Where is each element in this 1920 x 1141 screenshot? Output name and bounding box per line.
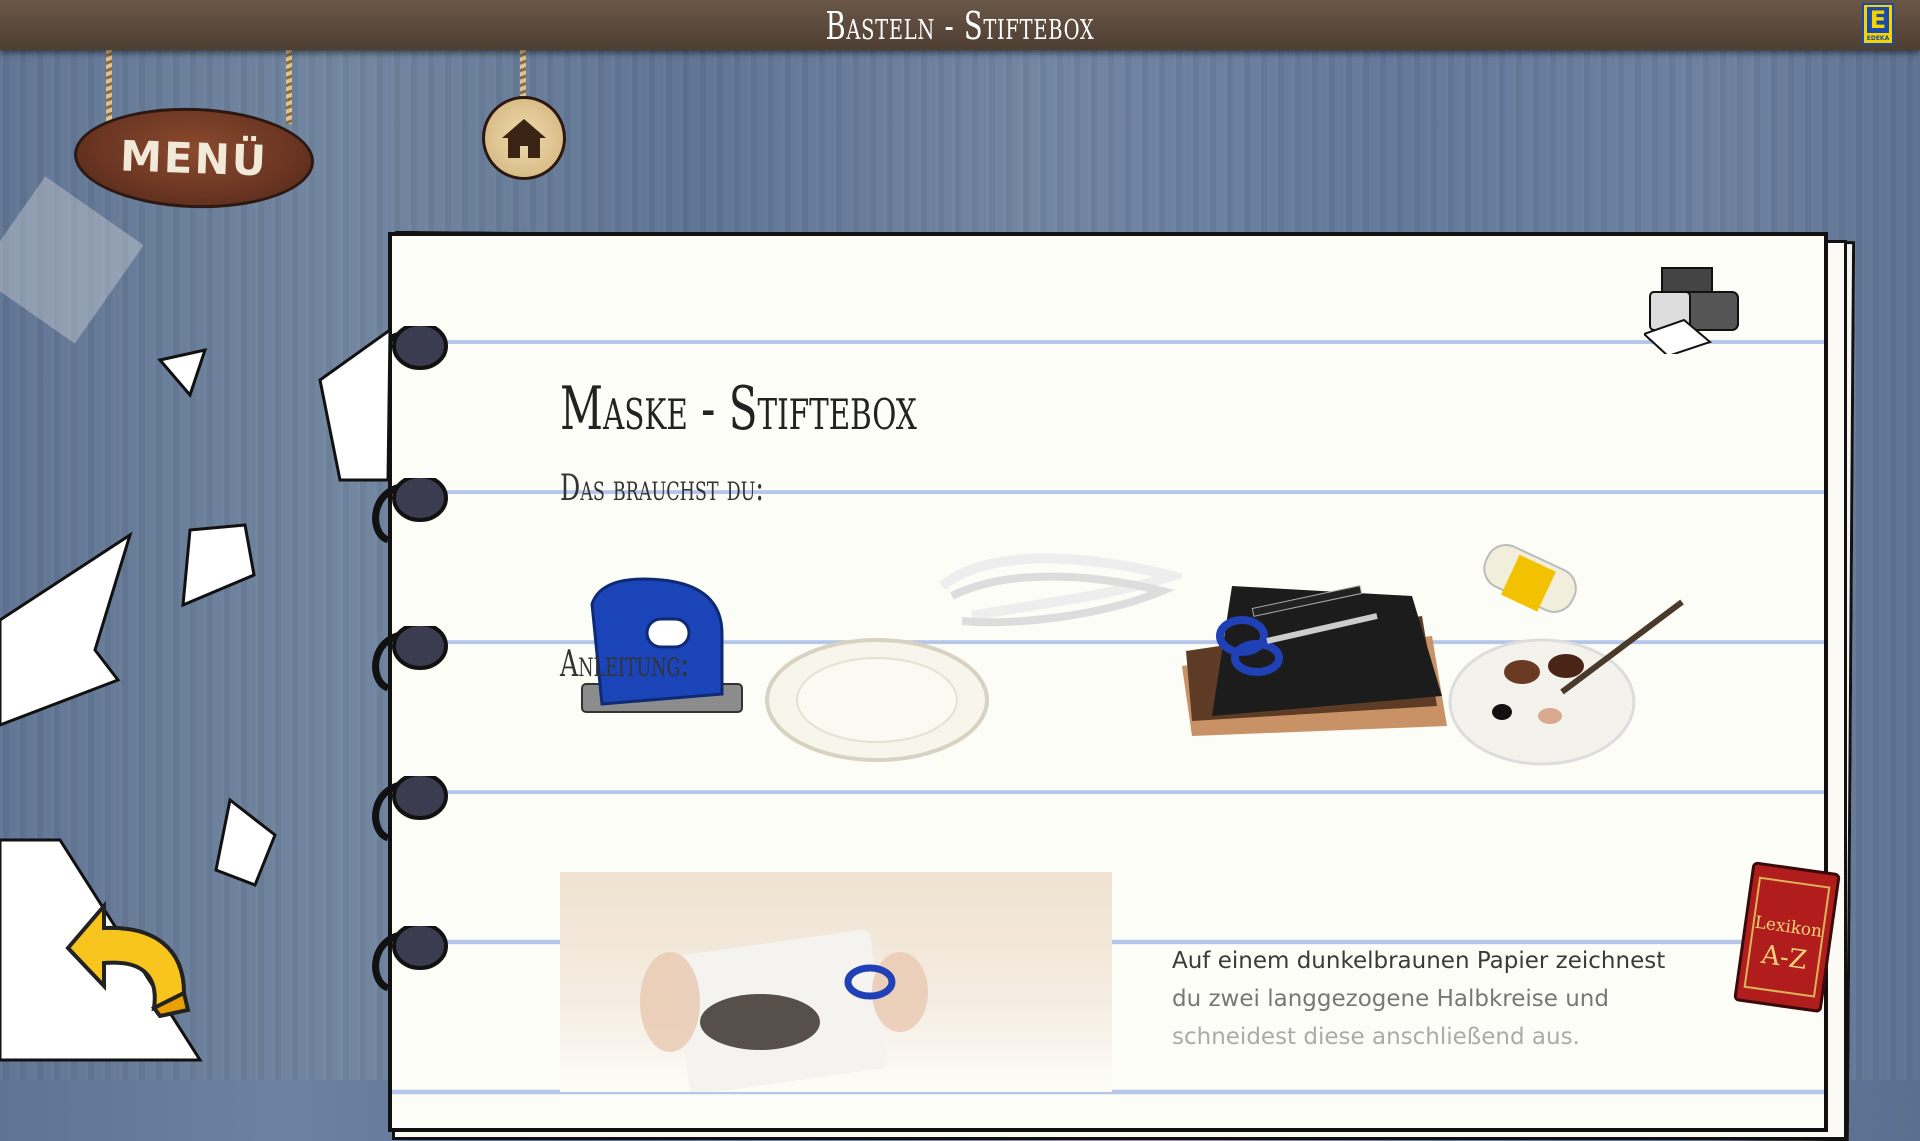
needs-heading: Das brauchst du:: [560, 468, 764, 509]
edeka-logo-letter: E: [1867, 7, 1889, 33]
lexikon-az: A-Z: [1758, 940, 1808, 976]
step-photo: [560, 872, 1112, 1092]
top-bar: Basteln - Stiftebox E EDEKA: [0, 0, 1920, 50]
menu-label: MENÜ: [119, 130, 269, 186]
back-arrow-icon[interactable]: [64, 898, 194, 1018]
lexikon-button[interactable]: Lexikon A-Z: [1726, 856, 1846, 1018]
edeka-logo[interactable]: E EDEKA: [1862, 3, 1894, 45]
lexikon-book-icon: Lexikon A-Z: [1733, 861, 1841, 1013]
rope-left: [106, 50, 112, 126]
notebook-page: Maske - Stiftebox Das brauchst du: Anlei…: [372, 232, 1828, 1132]
house-icon: [502, 119, 546, 158]
rope-home: [520, 50, 526, 102]
instructions-heading: Anleitung:: [560, 644, 690, 685]
rope-right: [286, 50, 292, 124]
edeka-logo-text: EDEKA: [1866, 35, 1890, 42]
step-text-line3: schneidest diese anschließend aus.: [1172, 1024, 1580, 1050]
scissors-icon: [1216, 613, 1378, 676]
page-title: Basteln - Stiftebox: [825, 4, 1095, 48]
paper-plate-icon: [765, 638, 989, 762]
step-text: Auf einem dunkelbraunen Papier zeichnest…: [1172, 942, 1672, 1056]
cutting-paper-image: [640, 929, 928, 1092]
elastic-band-icon: [938, 553, 1182, 627]
step-text-line2: du zwei langgezogene Halbkreise und: [1172, 986, 1609, 1012]
paint-palette-icon: [1448, 599, 1684, 766]
content-title: Maske - Stiftebox: [560, 374, 917, 444]
step-text-line1: Auf einem dunkelbraunen Papier zeichnest: [1172, 948, 1666, 974]
printer-icon[interactable]: [1644, 264, 1744, 354]
home-button[interactable]: [482, 96, 566, 180]
